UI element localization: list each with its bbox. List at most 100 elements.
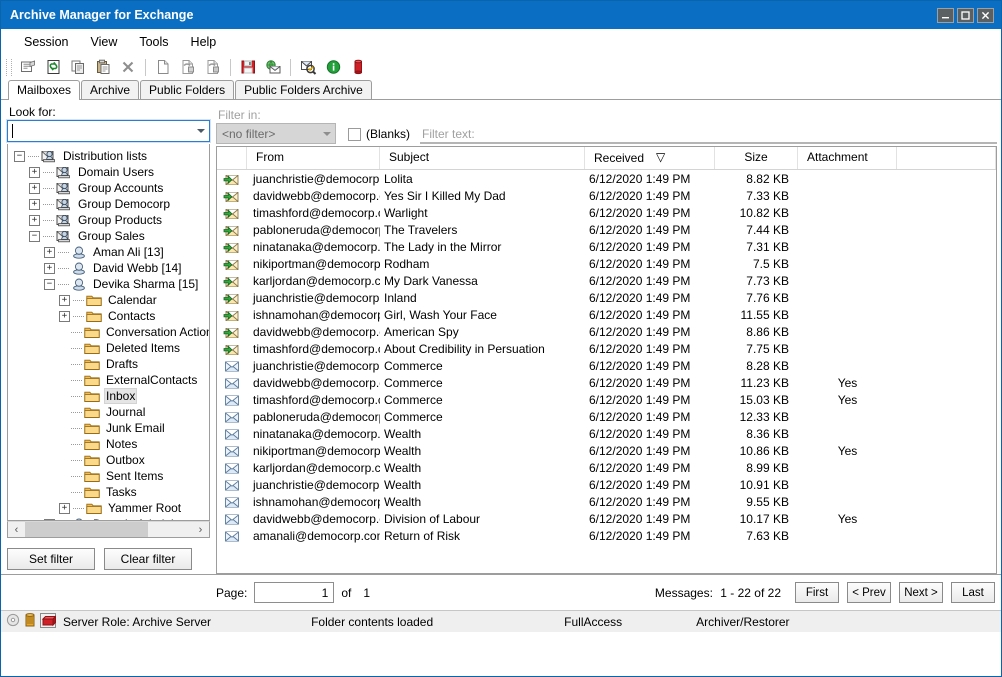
collapse-icon[interactable]: − <box>14 150 25 162</box>
expand-icon[interactable]: + <box>59 502 70 514</box>
tree-item-notes[interactable]: Notes <box>14 436 209 452</box>
new-document-icon[interactable] <box>151 56 175 79</box>
set-filter-button[interactable]: Set filter <box>7 548 95 570</box>
table-row[interactable]: ninatanaka@democorp.com The Lady in the M… <box>217 238 996 255</box>
table-row[interactable]: juanchristie@democorp.com Commerce 6/12/20… <box>217 357 996 374</box>
tree-item-deleted-items[interactable]: Deleted Items <box>14 340 209 356</box>
expand-icon[interactable]: + <box>59 310 70 322</box>
page-input[interactable]: 1 <box>254 582 335 603</box>
column-header-subject[interactable]: Subject <box>380 147 585 169</box>
table-row[interactable]: nikiportman@democorp.com Rodham 6/12/2020 … <box>217 255 996 272</box>
delete-icon[interactable] <box>116 56 140 79</box>
tree-item-group-sales[interactable]: − Group Sales <box>14 228 209 244</box>
table-row[interactable]: ninatanaka@democorp.com Wealth 6/12/2020 1… <box>217 425 996 442</box>
tree-item-conversation-action[interactable]: Conversation Action <box>14 324 209 340</box>
table-row[interactable]: davidwebb@democorp.com American Spy 6/12/2… <box>217 323 996 340</box>
restore-document-icon[interactable] <box>201 56 225 79</box>
expand-icon[interactable]: + <box>29 214 40 226</box>
close-button[interactable] <box>977 7 994 23</box>
table-row[interactable]: timashford@democorp.com Warlight 6/12/2020… <box>217 204 996 221</box>
first-page-button[interactable]: First <box>795 582 839 603</box>
blanks-checkbox-group[interactable]: (Blanks) <box>348 127 410 141</box>
tree-item-david-webb-14[interactable]: + David Webb [14] <box>14 260 209 276</box>
tree-item-sent-items[interactable]: Sent Items <box>14 468 209 484</box>
properties-icon[interactable] <box>16 56 40 79</box>
scroll-right-icon[interactable]: › <box>192 522 209 537</box>
table-row[interactable]: karljordan@democorp.com Wealth 6/12/2020 1… <box>217 459 996 476</box>
menu-item-view[interactable]: View <box>79 32 128 52</box>
tree-item-contacts[interactable]: + Contacts <box>14 308 209 324</box>
minimize-button[interactable] <box>937 7 954 23</box>
expand-icon[interactable]: + <box>59 294 70 306</box>
table-row[interactable]: davidwebb@democorp.com Yes Sir I Killed M… <box>217 187 996 204</box>
table-row[interactable]: timashford@democorp.com About Credibility… <box>217 340 996 357</box>
tree-item-aman-ali-13[interactable]: + Aman Ali [13] <box>14 244 209 260</box>
expand-icon[interactable]: + <box>44 246 55 258</box>
tree-item-outbox[interactable]: Outbox <box>14 452 209 468</box>
expand-icon[interactable]: + <box>29 182 40 194</box>
tree-item-calendar[interactable]: + Calendar <box>14 292 209 308</box>
tree-item-yammer-root[interactable]: + Yammer Root <box>14 500 209 516</box>
tree-item-drafts[interactable]: Drafts <box>14 356 209 372</box>
toolbar-grip[interactable] <box>6 58 12 76</box>
table-row[interactable]: pabloneruda@democorp.com The Travelers 6/1… <box>217 221 996 238</box>
expand-icon[interactable]: + <box>44 262 55 274</box>
tree-item-devika-sharma-15[interactable]: − Devika Sharma [15] <box>14 276 209 292</box>
column-header-from[interactable]: From <box>247 147 380 169</box>
expand-icon[interactable]: + <box>29 166 40 178</box>
database-icon[interactable] <box>346 56 370 79</box>
scroll-left-icon[interactable]: ‹ <box>8 522 25 537</box>
table-row[interactable]: amanali@democorp.com Return of Risk 6/12/2… <box>217 527 996 544</box>
collapse-icon[interactable]: − <box>44 278 55 290</box>
folder-tree[interactable]: − Distribution lists + Domain Users + Group A… <box>7 144 210 521</box>
tree-item-journal[interactable]: Journal <box>14 404 209 420</box>
look-for-combobox[interactable] <box>6 119 211 143</box>
menu-item-session[interactable]: Session <box>13 32 79 52</box>
refresh-icon[interactable] <box>41 56 65 79</box>
expand-icon[interactable]: + <box>44 518 55 520</box>
column-header-size[interactable]: Size <box>715 147 798 169</box>
table-row[interactable]: davidwebb@democorp.com Commerce 6/12/2020 … <box>217 374 996 391</box>
mail-globe-icon[interactable] <box>261 56 285 79</box>
table-row[interactable]: juanchristie@democorp.com Inland 6/12/2020… <box>217 289 996 306</box>
table-row[interactable]: nikiportman@democorp.com Wealth 6/12/2020 … <box>217 442 996 459</box>
chevron-down-icon[interactable] <box>192 129 209 133</box>
column-header-received[interactable]: Received ▽ <box>585 147 715 169</box>
info-icon[interactable] <box>321 56 345 79</box>
archive-document-icon[interactable] <box>176 56 200 79</box>
table-row[interactable]: juanchristie@democorp.com Wealth 6/12/2020… <box>217 476 996 493</box>
tree-item-inbox[interactable]: Inbox <box>14 388 209 404</box>
tree-item-externalcontacts[interactable]: ExternalContacts <box>14 372 209 388</box>
tree-item-distribution-lists[interactable]: − Distribution lists <box>14 148 209 164</box>
tree-item-group-products[interactable]: + Group Products <box>14 212 209 228</box>
prev-page-button[interactable]: < Prev <box>847 582 891 603</box>
filter-in-combobox[interactable]: <no filter> <box>216 123 336 144</box>
tree-item-tasks[interactable]: Tasks <box>14 484 209 500</box>
tree-item-group-accounts[interactable]: + Group Accounts <box>14 180 209 196</box>
collapse-icon[interactable]: − <box>29 230 40 242</box>
clear-filter-button[interactable]: Clear filter <box>104 548 192 570</box>
tree-item-domain-users[interactable]: + Domain Users <box>14 164 209 180</box>
table-row[interactable]: ishnamohan@democorp.com Wealth 6/12/2020 1… <box>217 493 996 510</box>
menu-item-help[interactable]: Help <box>180 32 228 52</box>
tab-public-folders[interactable]: Public Folders <box>140 80 235 99</box>
table-row[interactable]: timashford@democorp.com Commerce 6/12/2020… <box>217 391 996 408</box>
filter-text-input[interactable] <box>420 142 997 144</box>
paste-icon[interactable] <box>91 56 115 79</box>
table-row[interactable]: juanchristie@democorp.com Lolita 6/12/2020… <box>217 170 996 187</box>
save-icon[interactable] <box>236 56 260 79</box>
tree-item-domain-administrator-1[interactable]: + Domain Administrator [1 <box>14 516 209 520</box>
blanks-checkbox[interactable] <box>348 127 361 141</box>
copy-icon[interactable] <box>66 56 90 79</box>
tree-horizontal-scrollbar[interactable]: ‹ › <box>7 521 210 538</box>
scrollbar-track[interactable] <box>148 522 192 537</box>
expand-icon[interactable]: + <box>29 198 40 210</box>
tab-public-folders-archive[interactable]: Public Folders Archive <box>235 80 372 99</box>
tab-archive[interactable]: Archive <box>81 80 140 99</box>
last-page-button[interactable]: Last <box>951 582 995 603</box>
tree-item-junk-email[interactable]: Junk Email <box>14 420 209 436</box>
scrollbar-thumb[interactable] <box>25 522 148 537</box>
column-header-attachment[interactable]: Attachment <box>798 147 897 169</box>
table-row[interactable]: davidwebb@democorp.com Division of Labour… <box>217 510 996 527</box>
next-page-button[interactable]: Next > <box>899 582 943 603</box>
